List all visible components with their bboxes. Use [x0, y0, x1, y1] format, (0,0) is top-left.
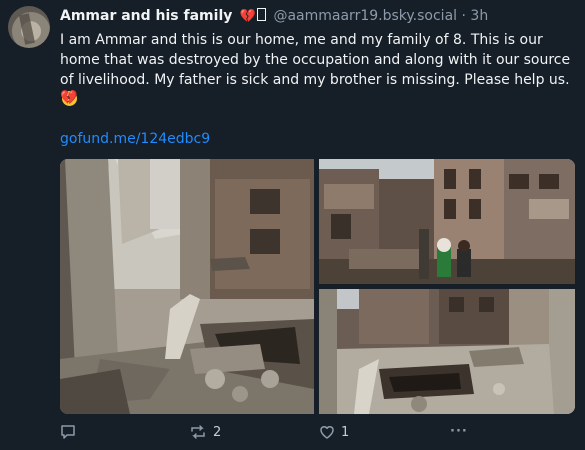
post-actions: 2 1 ··· [60, 424, 480, 444]
broken-heart-emoji: 💔 [239, 9, 257, 24]
gofundme-link[interactable]: gofund.me/124edbc9 [60, 131, 210, 147]
more-options-button[interactable]: ··· [450, 424, 468, 439]
post-header: Ammar and his family 💔 @aammaarr19.bsky.… [60, 8, 488, 28]
missing-glyph-icon [257, 8, 267, 21]
collapsed-floor-photo [319, 289, 575, 414]
broken-heart-emoji-2: 💔 [60, 90, 78, 106]
author-handle[interactable]: @aammaarr19.bsky.social [273, 8, 457, 24]
gallery-image-2[interactable] [319, 159, 575, 284]
gallery-image-3[interactable] [319, 289, 575, 414]
separator-dot: · [461, 8, 466, 24]
like-count: 1 [341, 424, 350, 440]
repost-button[interactable]: 2 [189, 424, 221, 440]
post-text: I am Ammar and this is our home, me and … [60, 30, 575, 110]
more-horizontal-icon: ··· [450, 424, 468, 439]
repost-icon [191, 425, 205, 439]
repost-count: 2 [213, 424, 222, 440]
reply-icon [61, 425, 75, 439]
image-gallery [60, 159, 575, 414]
author-name[interactable]: Ammar and his family [60, 8, 232, 24]
post-card[interactable]: Ammar and his family 💔 @aammaarr19.bsky.… [0, 0, 585, 450]
post-text-content: I am Ammar and this is our home, me and … [60, 32, 571, 88]
rubble-room-photo [60, 159, 314, 414]
street-ruins-photo [319, 159, 575, 284]
avatar[interactable] [8, 6, 50, 48]
heart-outline-icon [320, 426, 334, 439]
like-button[interactable]: 1 [319, 424, 349, 440]
reply-button[interactable] [60, 424, 82, 440]
post-time[interactable]: 3h [470, 8, 488, 24]
gallery-image-1[interactable] [60, 159, 314, 414]
